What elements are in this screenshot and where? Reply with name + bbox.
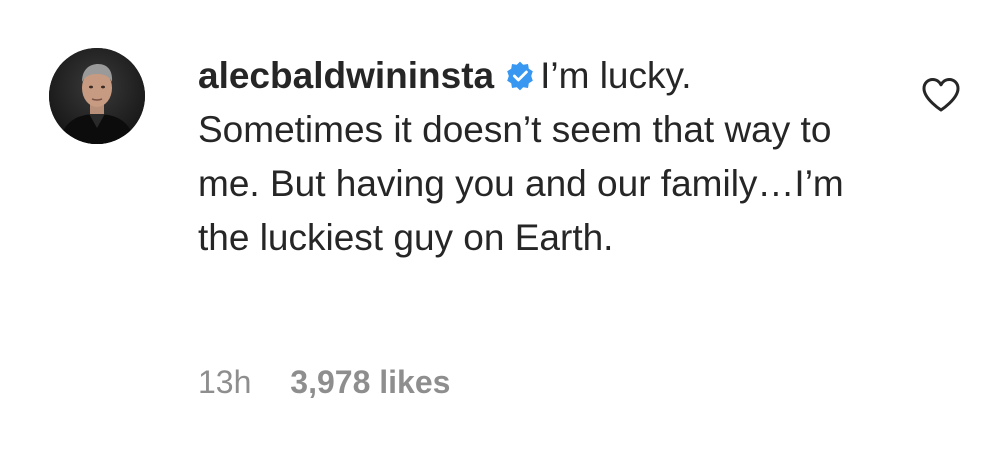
timestamp: 13h: [198, 364, 252, 400]
avatar[interactable]: [49, 48, 145, 144]
verified-badge-icon: [507, 61, 533, 91]
username-link[interactable]: alecbaldwininsta: [198, 55, 494, 96]
comment-meta: 13h 3,978 likes: [198, 362, 450, 402]
comment-body: alecbaldwininsta I’m lucky. Sometimes it…: [198, 49, 878, 265]
comment-row: alecbaldwininsta I’m lucky. Sometimes it…: [0, 0, 1000, 459]
likes-count-button[interactable]: 3,978 likes: [290, 364, 450, 400]
profile-photo-icon: [49, 48, 145, 144]
heart-outline-icon[interactable]: [921, 77, 961, 113]
